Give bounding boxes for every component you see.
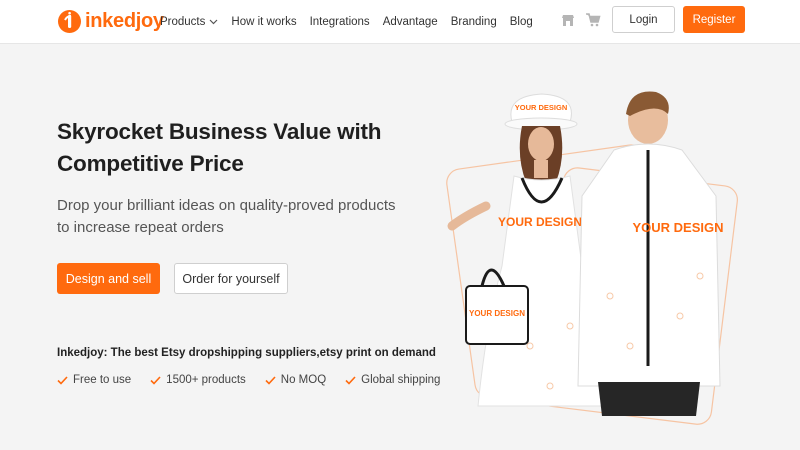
hero-title: Skyrocket Business Value with Competitiv…: [57, 119, 382, 176]
nav-item-products[interactable]: Products: [160, 16, 218, 28]
nav-item-label: Products: [160, 16, 206, 28]
chevron-down-icon: [209, 19, 218, 25]
feature-label: Free to use: [73, 374, 132, 386]
check-icon: [265, 375, 276, 385]
feature-item: Global shipping: [345, 374, 440, 386]
cart-icon[interactable]: [585, 12, 601, 28]
check-icon: [345, 375, 356, 385]
feature-list: Free to use 1500+ products No MOQ Global…: [57, 374, 459, 386]
check-icon: [150, 375, 161, 385]
nav-item-how-it-works[interactable]: How it works: [231, 16, 296, 28]
design-and-sell-button[interactable]: Design and sell: [57, 263, 160, 294]
login-button[interactable]: Login: [612, 6, 675, 33]
brand-name: inkedjoy: [85, 9, 164, 32]
nav-item-integrations[interactable]: Integrations: [310, 16, 370, 28]
feature-label: No MOQ: [280, 374, 327, 386]
print-hoodie: YOUR DESIGN: [632, 220, 723, 235]
model-man: YOUR DESIGN: [577, 91, 724, 416]
hero-product-illustration: YOUR DESIGN YOUR DESIGN YOUR DESIGN YOUR…: [446, 91, 738, 425]
feature-item: 1500+ products: [150, 374, 246, 386]
check-icon: [57, 375, 68, 385]
nav-item-branding[interactable]: Branding: [451, 16, 497, 28]
order-for-yourself-button[interactable]: Order for yourself: [174, 263, 288, 294]
nav-item-advantage[interactable]: Advantage: [383, 16, 438, 28]
main-nav: Products How it works Integrations Advan…: [160, 0, 546, 44]
feature-label: 1500+ products: [166, 374, 246, 386]
print-bag: YOUR DESIGN: [469, 309, 525, 318]
brand-logo[interactable]: inkedjoy: [58, 7, 164, 35]
print-dress: YOUR DESIGN: [498, 215, 582, 229]
logo-mark-icon: [58, 9, 81, 33]
store-icon[interactable]: [560, 12, 576, 28]
hero-subtitle: Drop your brilliant ideas on quality-pro…: [57, 197, 396, 236]
site-header: inkedjoy Products How it works Integrati…: [0, 0, 800, 44]
register-button[interactable]: Register: [683, 6, 745, 33]
nav-item-blog[interactable]: Blog: [510, 16, 533, 28]
feature-item: No MOQ: [265, 374, 326, 386]
feature-label: Global shipping: [361, 374, 441, 386]
hero-tagline: Inkedjoy: The best Etsy dropshipping sup…: [57, 347, 436, 359]
print-hat: YOUR DESIGN: [515, 103, 568, 112]
feature-item: Free to use: [57, 374, 131, 386]
